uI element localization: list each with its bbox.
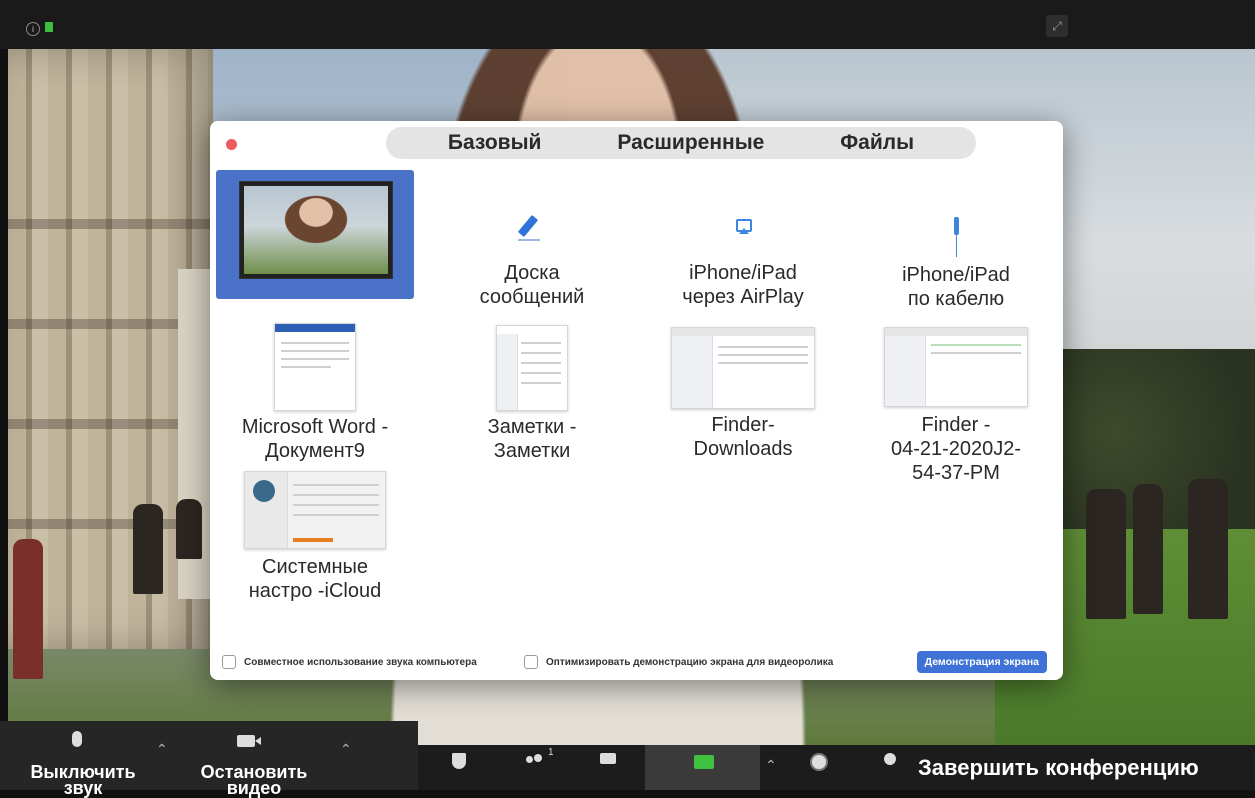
close-dialog-button[interactable] [226,139,237,150]
tile-label: 54-37-PM [912,462,1000,484]
reactions-icon[interactable] [884,753,896,765]
tab-basic[interactable]: Базовый [434,131,556,155]
record-icon[interactable] [810,753,828,771]
tab-files[interactable]: Файлы [826,131,928,155]
info-icon[interactable]: i [26,22,40,36]
tile-label: Системные [262,556,368,578]
tab-bar: Базовый Расширенные Файлы [386,127,976,159]
tile-label: Microsoft Word - [241,416,389,438]
cable-icon [926,203,986,263]
expand-icon[interactable]: ⤢ [1046,15,1068,37]
pencil-icon [502,201,562,261]
tile-word-document[interactable]: Microsoft Word - Документ9 [215,323,415,463]
tile-label: iPhone/iPad [689,262,797,284]
tile-label: Downloads [693,438,793,460]
participants-icon[interactable]: 1 [526,747,554,767]
chevron-up-icon[interactable]: ⌃ [340,741,352,758]
tab-advanced[interactable]: Расширенные [603,131,778,155]
word-thumbnail [274,323,356,411]
tile-iphone-cable[interactable]: iPhone/iPad по кабелю [856,203,1056,311]
chevron-up-icon[interactable]: ⌃ [156,741,168,758]
share-options: Совместное использование звука компьютер… [222,651,1051,673]
tile-finder-downloads[interactable]: Finder- Downloads [643,327,843,461]
notes-thumbnail [496,325,568,411]
meeting-toolbar: Выключить звук ⌃ Остановить видео ⌃ 1 ⌃ … [0,721,1255,797]
tile-label: iPhone/iPad [902,264,1010,286]
finder-thumbnail [884,327,1028,407]
share-audio-checkbox[interactable]: Совместное использование звука компьютер… [222,655,477,669]
chat-icon[interactable] [600,753,616,764]
tile-label: Доска [504,262,560,284]
tile-whiteboard[interactable]: Доска сообщений [432,201,632,309]
tile-system-settings[interactable]: Системные настро -iCloud [215,471,415,603]
share-screen-dialog: Базовый Расширенные Файлы Доска сообщени… [210,121,1063,680]
lock-icon[interactable] [45,22,53,32]
tile-iphone-airplay[interactable]: iPhone/iPad через AirPlay [643,201,843,309]
airplay-icon [713,201,773,261]
optimize-video-checkbox[interactable]: Оптимизировать демонстрацию экрана для в… [524,655,833,669]
settings-thumbnail [244,471,386,549]
tile-label: по кабелю [907,288,1005,310]
desktop-thumbnail [239,181,393,279]
tile-label: сообщений [479,286,585,308]
tile-desktop[interactable] [216,170,414,299]
tile-label: Finder - [921,414,991,436]
finder-thumbnail [671,327,815,409]
microphone-icon [72,731,82,747]
tile-finder-screenshot[interactable]: Finder - 04-21-2020J2- 54-37-PM [856,327,1056,485]
chevron-up-icon[interactable]: ⌃ [765,757,777,774]
tile-notes[interactable]: Заметки - Заметки [432,325,632,463]
tile-label: Finder- [711,414,775,436]
end-meeting-button[interactable]: Завершить конференцию [918,755,1199,781]
tile-label: Документ9 [265,440,365,462]
camera-icon [237,735,261,747]
share-screen-button[interactable]: Демонстрация экрана [916,651,1047,673]
stop-video-button[interactable]: Остановить видео [186,763,322,797]
tile-label: через AirPlay [682,286,804,308]
security-icon[interactable] [452,753,466,769]
tile-label: Заметки [493,440,571,462]
participants-count: 1 [548,747,554,758]
share-screen-icon[interactable] [694,755,714,769]
tile-label: настро -iCloud [248,580,382,602]
mute-button[interactable]: Выключить звук [18,763,148,797]
tile-label: 04-21-2020J2- [890,438,1022,460]
top-bar: i ⤢ [0,0,1255,49]
tile-label: Заметки - [487,416,577,438]
